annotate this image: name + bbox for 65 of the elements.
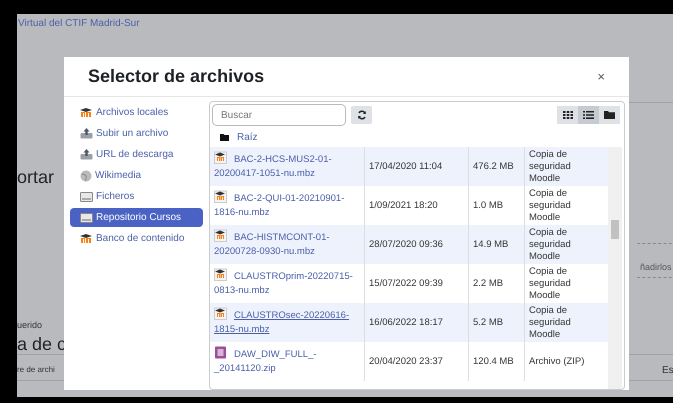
breadcrumb-link[interactable]: Raíz bbox=[237, 130, 258, 144]
view-toggle-button[interactable] bbox=[599, 106, 620, 124]
folder-icon bbox=[220, 134, 229, 140]
scrollbar[interactable] bbox=[608, 147, 622, 389]
file-name-link[interactable]: DAW_DIW_FULL_-_20141120.zip bbox=[214, 346, 360, 376]
file-name-link[interactable]: BAC-2-QUI-01-20210901-1816-nu.mbz bbox=[214, 190, 360, 220]
backup-file-icon bbox=[214, 190, 228, 203]
file-size-cell: 1.0 MB bbox=[473, 200, 504, 212]
page-heading: ortar bbox=[17, 166, 54, 189]
file-size-cell: 2.2 MB bbox=[473, 278, 504, 290]
file-type-cell-text: Copia de seguridad Moodle bbox=[529, 304, 572, 340]
dropzone-hint: ñadirlos bbox=[640, 261, 672, 274]
file-size-cell: 5.2 MB bbox=[473, 316, 504, 328]
view-toggle-button[interactable] bbox=[557, 106, 578, 124]
view-toggle-button[interactable] bbox=[578, 106, 599, 124]
globe-icon bbox=[80, 170, 92, 182]
backup-file-icon bbox=[214, 229, 228, 242]
repository-item[interactable]: Archivos locales bbox=[70, 103, 203, 122]
graduation-cap-icon bbox=[80, 108, 93, 117]
site-title[interactable]: Virtual del CTIF Madrid-Sur bbox=[18, 16, 140, 31]
refresh-icon bbox=[356, 110, 366, 120]
search-field[interactable]: Buscar bbox=[212, 104, 346, 126]
refresh-button[interactable] bbox=[351, 106, 372, 124]
file-date-cell: 15/07/2022 09:39 bbox=[369, 278, 443, 290]
file-size-cell: 120.4 MB bbox=[473, 356, 514, 368]
backup-file-icon bbox=[214, 151, 228, 164]
repository-item[interactable]: Subir un archivo bbox=[70, 124, 203, 143]
file-type-cell-text: Copia de seguridad Moodle bbox=[529, 188, 572, 224]
file-date-cell: 1/09/2021 18:20 bbox=[369, 200, 438, 212]
upload-icon bbox=[80, 128, 93, 139]
repository-item[interactable]: Ficheros bbox=[70, 187, 203, 206]
upload-icon bbox=[80, 149, 93, 160]
drive-icon bbox=[80, 192, 93, 202]
repository-item[interactable]: Wikimedia bbox=[70, 166, 203, 185]
folder-view-icon bbox=[604, 111, 615, 119]
list-view-icon bbox=[583, 111, 594, 119]
file-name-link[interactable]: BAC-HISTMCONT-01-20200728-0930-nu.mbz bbox=[214, 229, 360, 259]
backup-file-icon bbox=[214, 268, 228, 281]
close-button[interactable]: × bbox=[597, 70, 605, 83]
repository-item[interactable]: Repositorio Cursos bbox=[70, 208, 203, 227]
file-date-cell: 28/07/2020 09:36 bbox=[369, 238, 443, 250]
file-date-cell: 17/04/2020 11:04 bbox=[369, 160, 442, 172]
file-type-cell: Archivo (ZIP) bbox=[529, 356, 584, 368]
repository-item[interactable]: Banco de contenido bbox=[70, 229, 203, 248]
file-date-cell: 16/06/2022 18:17 bbox=[369, 316, 443, 328]
file-name-link[interactable]: CLAUSTROsec-20220616-1815-nu.mbz bbox=[214, 307, 360, 337]
file-name-link[interactable]: BAC-2-HCS-MUS2-01-20200417-1051-nu.mbz bbox=[214, 151, 360, 181]
file-name-link[interactable]: CLAUSTROprim-20220715-0813-nu.mbz bbox=[214, 268, 360, 298]
drive-icon bbox=[80, 212, 93, 222]
file-size-cell: 476.2 MB bbox=[473, 160, 514, 172]
file-type-cell-text: Copia de seguridad Moodle bbox=[529, 266, 572, 302]
file-type-cell-text: Copia de seguridad Moodle bbox=[529, 226, 572, 262]
column-header: re de archi bbox=[17, 364, 55, 376]
dialog-title: Selector de archivos bbox=[88, 65, 264, 88]
repository-item[interactable]: URL de descarga bbox=[70, 145, 203, 164]
archive-file-icon bbox=[214, 346, 228, 359]
backup-file-icon bbox=[214, 307, 228, 320]
graduation-cap-icon bbox=[80, 234, 93, 243]
field-label: uerido bbox=[17, 319, 42, 332]
column-header: Es bbox=[662, 364, 673, 378]
grid-view-icon bbox=[562, 111, 572, 119]
file-date-cell: 20/04/2020 23:37 bbox=[369, 356, 443, 368]
file-size-cell: 14.9 MB bbox=[473, 238, 508, 250]
scrollbar-thumb[interactable] bbox=[611, 220, 619, 239]
file-type-cell-text: Copia de seguridad Moodle bbox=[529, 148, 572, 184]
